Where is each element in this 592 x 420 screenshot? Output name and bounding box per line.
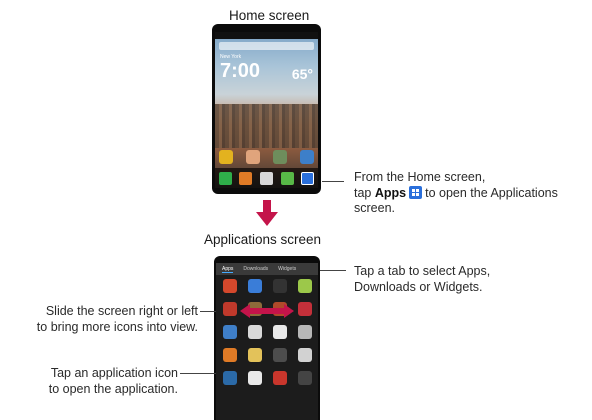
apps-screen-caption: Applications screen	[204, 232, 322, 247]
folder-icon[interactable]	[219, 150, 233, 164]
contacts-icon[interactable]	[222, 348, 237, 362]
contacts-icon[interactable]	[239, 171, 253, 185]
phone-icon[interactable]	[218, 171, 232, 185]
photo-icon[interactable]	[246, 150, 260, 164]
app-icon[interactable]	[297, 302, 312, 316]
apps-screen-phone: Apps Downloads Widgets	[214, 256, 320, 420]
tab-widgets[interactable]: Widgets	[278, 266, 296, 272]
apps-grid-icon[interactable]	[301, 171, 315, 185]
down-arrow-icon	[256, 200, 278, 226]
home-shortcut-row	[219, 150, 314, 164]
app-icon[interactable]	[272, 279, 287, 293]
app-icon[interactable]	[222, 302, 237, 316]
camera-icon[interactable]	[259, 171, 273, 185]
app-icon[interactable]	[247, 348, 262, 362]
tap-icon-note: Tap an application icon to open the appl…	[48, 366, 178, 396]
app-icon[interactable]	[297, 371, 312, 385]
tab-apps[interactable]: Apps	[222, 266, 234, 273]
apps-drawer: Apps Downloads Widgets	[216, 263, 318, 420]
app-icon[interactable]	[247, 325, 262, 339]
tab-downloads[interactable]: Downloads	[243, 266, 268, 272]
app-icon[interactable]	[297, 348, 312, 362]
tabs-callout-line	[320, 270, 346, 271]
home-wallpaper: New York 7:00 65°	[215, 32, 318, 188]
slide-callout-line	[200, 311, 216, 312]
browser-icon[interactable]	[222, 325, 237, 339]
camera-icon[interactable]	[297, 325, 312, 339]
apps-grid	[220, 279, 314, 385]
apps-tab-bar: Apps Downloads Widgets	[216, 263, 318, 275]
home-screen-phone: New York 7:00 65°	[212, 24, 321, 194]
city-skyline	[215, 104, 318, 148]
apps-grid-icon	[409, 185, 423, 199]
tap-icon-callout-line	[180, 373, 216, 374]
home-screen-caption: Home screen	[229, 8, 310, 23]
google-search-bar[interactable]	[219, 42, 314, 50]
apps-callout-line	[322, 181, 344, 182]
store-icon[interactable]	[247, 279, 262, 293]
slide-note: Slide the screen right or left to bring …	[36, 304, 198, 334]
weather-temp: 65°	[291, 66, 313, 82]
apps-button-note: From the Home screen, tap Apps to open th…	[354, 170, 558, 215]
swipe-arrow-icon	[240, 304, 294, 318]
app-icon[interactable]	[272, 371, 287, 385]
tabs-note: Tap a tab to select Apps, Downloads or W…	[354, 264, 491, 294]
app-icon[interactable]	[222, 371, 237, 385]
calendar-icon[interactable]	[272, 325, 287, 339]
alarm-icon[interactable]	[222, 279, 237, 293]
gallery-icon[interactable]	[273, 150, 287, 164]
app-icon[interactable]	[272, 348, 287, 362]
clock-widget[interactable]: 7:00	[220, 60, 260, 83]
android-icon[interactable]	[297, 279, 312, 293]
status-bar	[215, 32, 318, 39]
browser-icon[interactable]	[300, 150, 314, 164]
app-icon[interactable]	[247, 371, 262, 385]
messaging-icon[interactable]	[280, 171, 294, 185]
home-dock	[215, 168, 318, 188]
